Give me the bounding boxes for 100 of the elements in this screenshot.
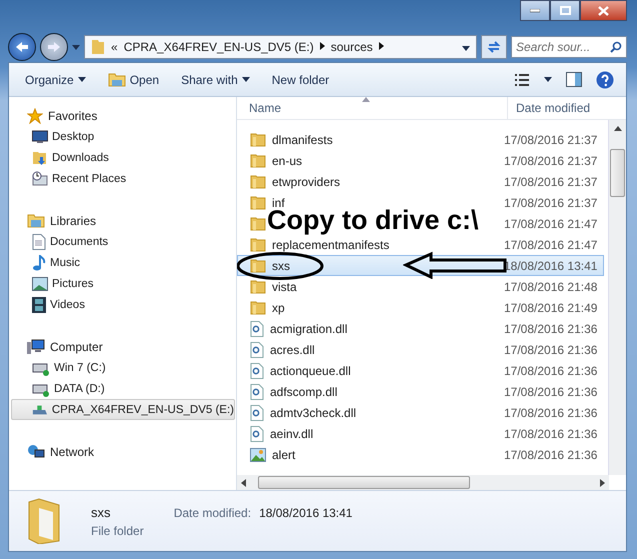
column-header[interactable]: Date modified xyxy=(508,97,590,119)
file-gear-icon xyxy=(250,404,264,420)
date-cell-text: 17/08/2016 21:36 xyxy=(503,426,598,440)
forward-button[interactable] xyxy=(40,33,68,61)
refresh-arrows-icon xyxy=(487,40,501,54)
date-cell-text: 17/08/2016 21:36 xyxy=(503,406,598,420)
view-caret-icon xyxy=(544,77,552,82)
date-cell-text: 17/08/2016 21:37 xyxy=(503,196,598,210)
file-name: sxs xyxy=(272,258,290,272)
nav-group[interactable]: Libraries xyxy=(9,210,236,231)
minimize-icon xyxy=(530,8,540,12)
horizontal-scrollbar[interactable] xyxy=(237,475,609,490)
file-name: inf xyxy=(272,196,285,210)
file-name: xp xyxy=(272,300,285,314)
file-gear-icon xyxy=(250,384,264,400)
scroll-up-icon[interactable] xyxy=(614,126,622,131)
breadcrumb[interactable]: « xyxy=(111,40,118,54)
view-list-icon[interactable] xyxy=(514,72,530,86)
file-name: alert xyxy=(272,448,296,462)
date-cell-text: 18/08/2016 13:41 xyxy=(503,258,598,272)
breadcrumb[interactable]: sources xyxy=(330,40,373,54)
folder-icon xyxy=(250,153,266,168)
folder-icon xyxy=(250,195,266,210)
toolbar-button[interactable]: Organize xyxy=(21,70,90,88)
recent-places-icon xyxy=(32,170,48,186)
folder-down-arrow-icon xyxy=(32,150,48,166)
item-type: File folder xyxy=(91,524,144,538)
folder-icon xyxy=(250,258,266,273)
annotation-text: Copy to drive c:\ xyxy=(267,208,479,233)
minimize-button[interactable] xyxy=(520,0,550,21)
nav-item[interactable]: Win 7 (C:) xyxy=(11,357,235,378)
folder-icon xyxy=(250,237,266,252)
dropdown-caret-icon xyxy=(462,46,470,51)
folder-icon xyxy=(108,72,126,87)
folder-icon xyxy=(250,279,266,294)
column-header[interactable]: Name xyxy=(237,97,508,119)
toolbar-button[interactable]: New folder xyxy=(268,70,334,88)
back-button[interactable] xyxy=(8,33,36,61)
file-name: acmigration.dll xyxy=(270,322,348,336)
address-bar[interactable]: « CPRA_X64FREV_EN-US_DV5 (E:) sources xyxy=(84,35,477,59)
scroll-right-icon[interactable] xyxy=(600,478,605,486)
scroll-left-icon[interactable] xyxy=(241,478,246,486)
caret-icon xyxy=(242,77,250,82)
nav-item[interactable]: Recent Places xyxy=(11,168,235,189)
maximize-button[interactable] xyxy=(550,0,580,21)
refresh-button[interactable] xyxy=(481,35,507,59)
library-folder-icon xyxy=(27,213,45,228)
toolbar-button[interactable]: Share with xyxy=(177,70,254,88)
date-cell-text: 17/08/2016 21:48 xyxy=(503,280,598,294)
help-icon[interactable] xyxy=(596,70,614,88)
folder-icon xyxy=(250,300,266,315)
nav-item[interactable]: Videos xyxy=(11,294,235,315)
computer-icon xyxy=(27,338,45,354)
caret-icon xyxy=(78,77,86,82)
file-gear-icon xyxy=(250,320,264,336)
nav-group[interactable]: Computer xyxy=(9,336,236,357)
scroll-thumb[interactable] xyxy=(610,149,625,197)
date-cell-text: 17/08/2016 21:36 xyxy=(503,342,598,356)
toolbar-button[interactable]: Open xyxy=(104,70,164,89)
scroll-thumb[interactable] xyxy=(258,476,470,489)
breadcrumb[interactable]: CPRA_X64FREV_EN-US_DV5 (E:) xyxy=(124,40,314,54)
history-caret-icon xyxy=(72,44,80,50)
date-cell-text: 17/08/2016 21:36 xyxy=(503,322,598,336)
back-arrow-icon xyxy=(15,41,29,53)
file-name: adfscomp.dll xyxy=(270,384,338,398)
preview-pane-icon[interactable] xyxy=(566,72,582,87)
file-name: admtv3check.dll xyxy=(270,406,356,420)
nav-item[interactable]: Music xyxy=(11,252,235,273)
network-icon xyxy=(27,444,45,460)
close-icon xyxy=(598,6,609,16)
folder-icon xyxy=(27,498,61,544)
monitor-icon xyxy=(32,130,48,144)
vertical-scrollbar[interactable] xyxy=(608,120,626,475)
file-gear-icon xyxy=(250,362,264,378)
file-name: actionqueue.dll xyxy=(270,364,351,378)
date-cell-text: 17/08/2016 21:47 xyxy=(503,238,598,252)
property-label: Date modified: xyxy=(174,506,252,520)
picture-icon xyxy=(32,276,48,290)
date-cell-text: 17/08/2016 21:47 xyxy=(503,216,598,230)
nav-item[interactable]: Documents xyxy=(11,231,235,252)
file-gear-icon xyxy=(250,426,264,442)
maximize-icon xyxy=(560,6,570,15)
nav-group[interactable]: Network xyxy=(9,441,236,462)
nav-item[interactable]: Pictures xyxy=(11,273,235,294)
separator-icon xyxy=(320,42,325,52)
date-cell-text: 17/08/2016 21:36 xyxy=(503,384,598,398)
date-cell-text: 17/08/2016 21:36 xyxy=(503,364,598,378)
file-name: dlmanifests xyxy=(272,132,333,146)
nav-item[interactable]: Desktop xyxy=(11,126,235,147)
nav-item[interactable]: CPRA_X64FREV_EN-US_DV5 (E:) xyxy=(11,399,235,420)
date-cell-text: 17/08/2016 21:37 xyxy=(503,132,598,146)
nav-item[interactable]: DATA (D:) xyxy=(11,378,235,399)
folder-icon xyxy=(250,132,266,147)
property-value: 18/08/2016 13:41 xyxy=(259,506,352,520)
nav-item[interactable]: Downloads xyxy=(11,147,235,168)
close-button[interactable] xyxy=(580,0,627,21)
date-cell-text: 17/08/2016 21:36 xyxy=(503,448,598,462)
nav-group[interactable]: Favorites xyxy=(9,105,236,126)
folder-icon xyxy=(250,174,266,189)
search-field[interactable]: Search sour... xyxy=(511,36,627,58)
